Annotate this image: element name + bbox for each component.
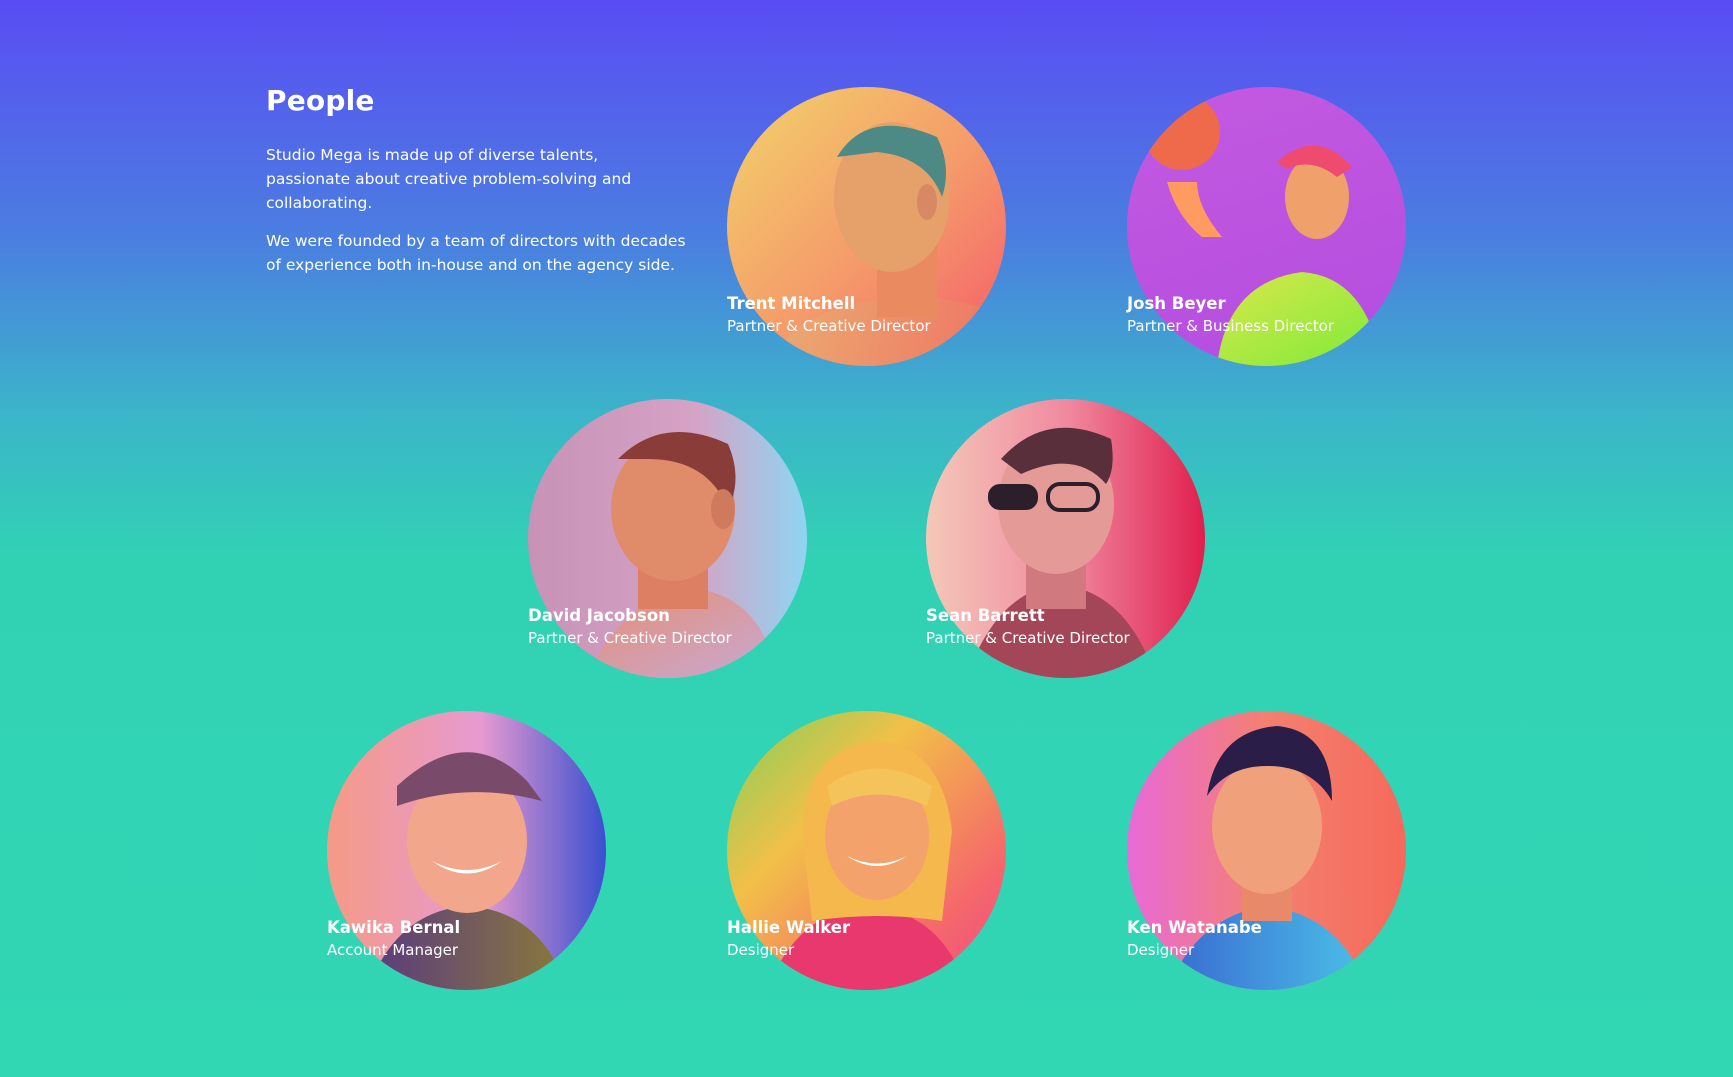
person-caption: Sean Barrett Partner & Creative Director (926, 605, 1130, 649)
intro-paragraph-1: Studio Mega is made up of diverse talent… (266, 146, 632, 212)
person-card-hallie-walker[interactable]: Hallie Walker Designer (727, 711, 1006, 990)
person-caption: Trent Mitchell Partner & Creative Direct… (727, 293, 931, 337)
person-caption: Kawika Bernal Account Manager (327, 917, 460, 961)
person-name: Ken Watanabe (1127, 918, 1262, 937)
person-name: Hallie Walker (727, 918, 851, 937)
person-card-trent-mitchell[interactable]: Trent Mitchell Partner & Creative Direct… (727, 87, 1006, 366)
person-role: Partner & Creative Director (528, 629, 732, 647)
person-role: Designer (1127, 941, 1195, 959)
person-role: Partner & Creative Director (727, 317, 931, 335)
person-card-ken-watanabe[interactable]: Ken Watanabe Designer (1127, 711, 1406, 990)
person-name: Josh Beyer (1127, 294, 1226, 313)
person-card-david-jacobson[interactable]: David Jacobson Partner & Creative Direct… (528, 399, 807, 678)
person-name: Sean Barrett (926, 606, 1045, 625)
person-role: Partner & Creative Director (926, 629, 1130, 647)
person-role: Designer (727, 941, 795, 959)
person-caption: David Jacobson Partner & Creative Direct… (528, 605, 732, 649)
intro-paragraph-2: We were founded by a team of directors w… (266, 232, 686, 274)
person-role: Partner & Business Director (1127, 317, 1334, 335)
person-caption: Hallie Walker Designer (727, 917, 850, 961)
person-name: David Jacobson (528, 606, 670, 625)
person-card-josh-beyer[interactable]: Josh Beyer Partner & Business Director (1127, 87, 1406, 366)
person-caption: Ken Watanabe Designer (1127, 917, 1262, 961)
person-name: Kawika Bernal (327, 918, 461, 937)
section-title: People (266, 84, 375, 117)
person-caption: Josh Beyer Partner & Business Director (1127, 293, 1334, 337)
person-card-sean-barrett[interactable]: Sean Barrett Partner & Creative Director (926, 399, 1205, 678)
people-intro: People Studio Mega is made up of diverse… (266, 84, 686, 291)
person-role: Account Manager (327, 941, 459, 959)
person-name: Trent Mitchell (727, 294, 856, 313)
person-card-kawika-bernal[interactable]: Kawika Bernal Account Manager (327, 711, 606, 990)
